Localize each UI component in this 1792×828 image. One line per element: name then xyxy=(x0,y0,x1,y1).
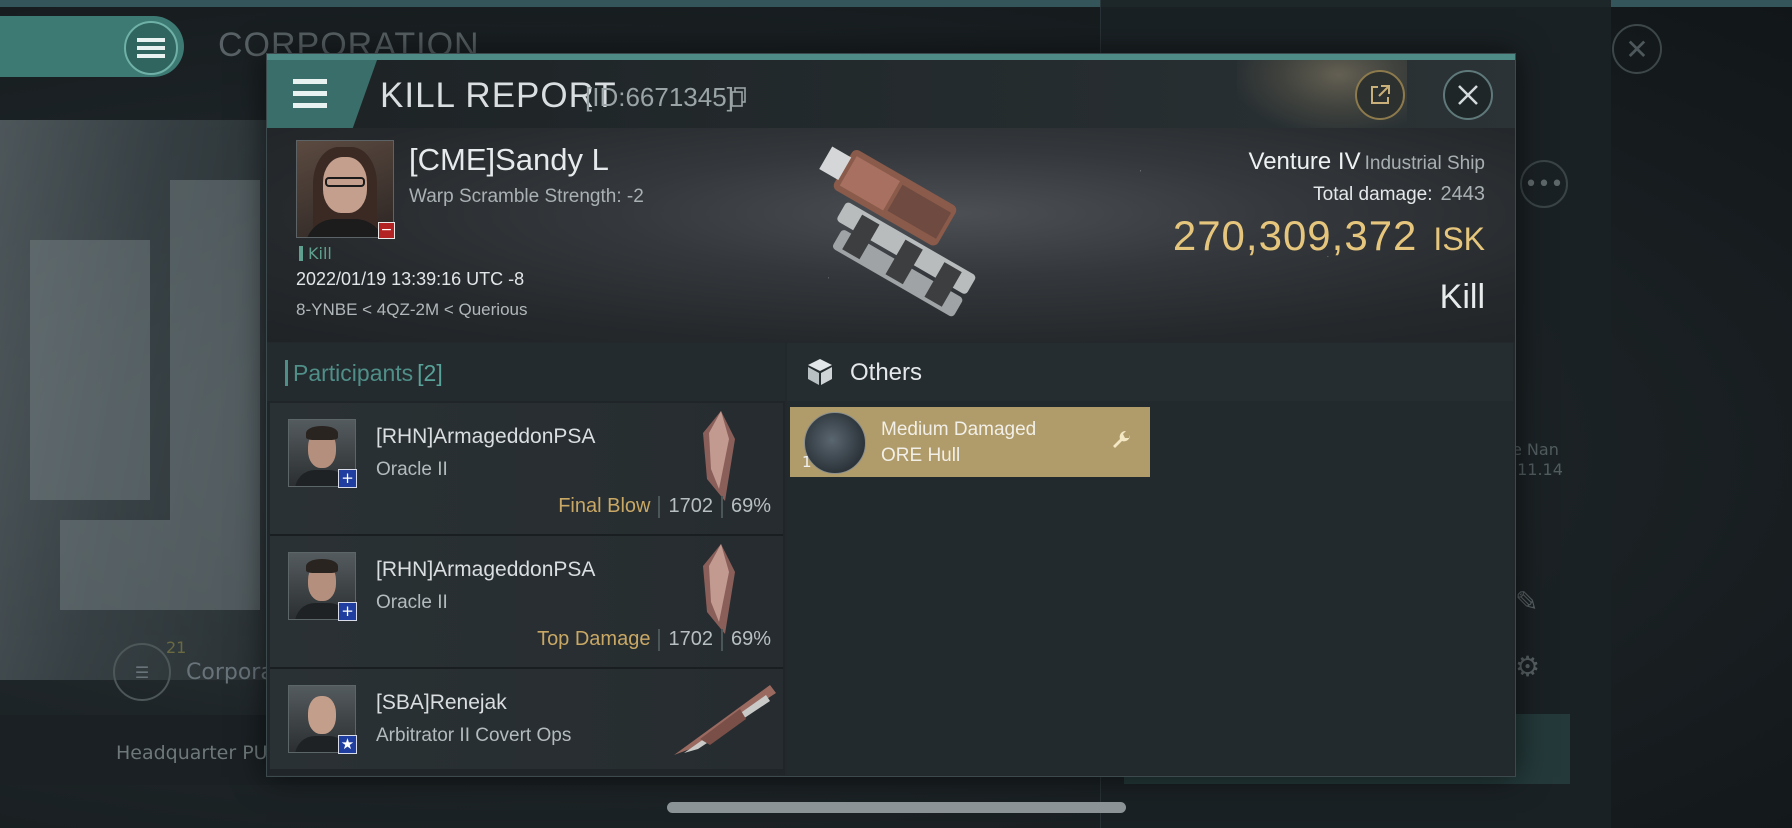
participants-panel: Participants [2] + [RHN]ArmageddonPSA Ora… xyxy=(267,343,785,775)
participant-row[interactable]: + [RHN]ArmageddonPSA Oracle II Top Damag… xyxy=(270,536,783,669)
item-card[interactable]: 1 Medium Damaged ORE Hull xyxy=(790,407,1150,477)
top-damage-tag: Top Damage xyxy=(537,628,651,650)
total-damage-line: Total damage: 2443 xyxy=(1313,183,1485,206)
victim-ship-class: Industrial Ship xyxy=(1364,153,1485,174)
venture-ship-image[interactable] xyxy=(777,138,1007,328)
modal-title: KILL REPORT xyxy=(380,76,617,115)
edit-icon[interactable]: ✎ xyxy=(1515,585,1538,618)
result-label: Kill xyxy=(1439,278,1485,316)
background-close-icon[interactable]: ✕ xyxy=(1612,24,1662,74)
kill-id: [ID:6671345] xyxy=(585,82,734,112)
participant-ship: Arbitrator II Covert Ops xyxy=(376,725,572,746)
wrench-icon[interactable] xyxy=(1110,429,1134,453)
cube-icon xyxy=(808,359,832,385)
participants-count: [2] xyxy=(417,360,443,386)
corporation-menu-icon[interactable]: ☰ xyxy=(113,643,171,701)
corpo-count: 21 xyxy=(166,638,187,657)
participant-row[interactable]: + [RHN]ArmageddonPSA Oracle II Final Blo… xyxy=(270,403,783,536)
participant-stats: Final Blow 1702 69% xyxy=(558,495,771,518)
menu-icon xyxy=(293,79,327,108)
participant-percent: 69% xyxy=(730,495,771,517)
final-blow-tag: Final Blow xyxy=(558,495,651,517)
victim-ship-name[interactable]: Venture IV xyxy=(1249,148,1361,175)
participants-title: Participants [2] xyxy=(285,360,443,386)
kill-location[interactable]: 8-YNBE < 4QZ-2M < Querious xyxy=(296,300,527,320)
ore-hull-icon xyxy=(804,412,866,474)
share-button[interactable] xyxy=(1355,70,1405,120)
corpo-label: Corpora xyxy=(186,660,274,685)
home-indicator[interactable] xyxy=(667,802,1126,813)
participant-damage: 1702 xyxy=(668,495,713,517)
warp-scramble-strength: Warp Scramble Strength: -2 xyxy=(409,186,644,207)
item-quantity: 1 xyxy=(802,453,812,471)
participants-header: Participants [2] xyxy=(267,343,785,401)
oracle-ship-image xyxy=(703,544,735,634)
kill-tag: Kill xyxy=(299,244,332,263)
background-corp-button[interactable] xyxy=(0,16,184,77)
participant-ship: Oracle II xyxy=(376,592,448,613)
star-badge-icon: ★ xyxy=(338,735,357,754)
victim-section: − [CME]Sandy L Warp Scramble Strength: -… xyxy=(267,128,1515,342)
participant-stats: Top Damage 1702 69% xyxy=(537,628,771,651)
victim-name[interactable]: [CME]Sandy L xyxy=(409,142,609,178)
participants-list: + [RHN]ArmageddonPSA Oracle II Final Blo… xyxy=(270,403,783,769)
arbitrator-ship-image xyxy=(674,685,776,755)
participant-percent: 69% xyxy=(730,628,771,650)
close-button[interactable] xyxy=(1443,70,1493,120)
more-icon[interactable]: ••• xyxy=(1520,160,1568,208)
share-icon xyxy=(1371,85,1390,104)
total-damage-value: 2443 xyxy=(1440,183,1486,205)
others-header: Others xyxy=(787,343,1513,401)
item-name-line2: ORE Hull xyxy=(881,445,961,466)
isk-unit: ISK xyxy=(1433,221,1485,257)
filter-icon[interactable]: ⚙ xyxy=(1515,650,1540,683)
participant-name[interactable]: [RHN]ArmageddonPSA xyxy=(376,425,595,449)
total-damage-label: Total damage: xyxy=(1313,184,1433,205)
hostile-badge-icon: − xyxy=(378,222,395,239)
others-panel: Others 1 Medium Damaged ORE Hull xyxy=(787,343,1513,775)
victim-ship-line: Venture IV Industrial Ship xyxy=(1249,148,1485,176)
isk-value: 270,309,372 xyxy=(1172,212,1418,259)
participant-name[interactable]: [SBA]Renejak xyxy=(376,691,507,715)
participant-name[interactable]: [RHN]ArmageddonPSA xyxy=(376,558,595,582)
isk-line: 270,309,372 ISK xyxy=(1173,212,1485,260)
participant-ship: Oracle II xyxy=(376,459,448,480)
item-name-line1: Medium Damaged xyxy=(881,419,1037,440)
menu-icon[interactable] xyxy=(124,21,178,75)
close-icon xyxy=(1458,85,1478,105)
headquarter-label: Headquarter PUV xyxy=(116,742,281,764)
oracle-ship-image xyxy=(703,411,735,501)
plus-badge-icon: + xyxy=(338,469,357,488)
participant-row[interactable]: ★ [SBA]Renejak Arbitrator II Covert Ops xyxy=(270,669,783,769)
participant-damage: 1702 xyxy=(668,628,713,650)
plus-badge-icon: + xyxy=(338,602,357,621)
copy-icon[interactable] xyxy=(731,87,747,107)
kill-report-modal: KILL REPORT [ID:6671345] − [CME]Sandy L … xyxy=(266,53,1516,777)
others-title: Others xyxy=(850,359,923,386)
background-side-text: e Nan .11.14 xyxy=(1512,440,1563,479)
kill-datetime: 2022/01/19 13:39:16 UTC -8 xyxy=(296,269,525,289)
